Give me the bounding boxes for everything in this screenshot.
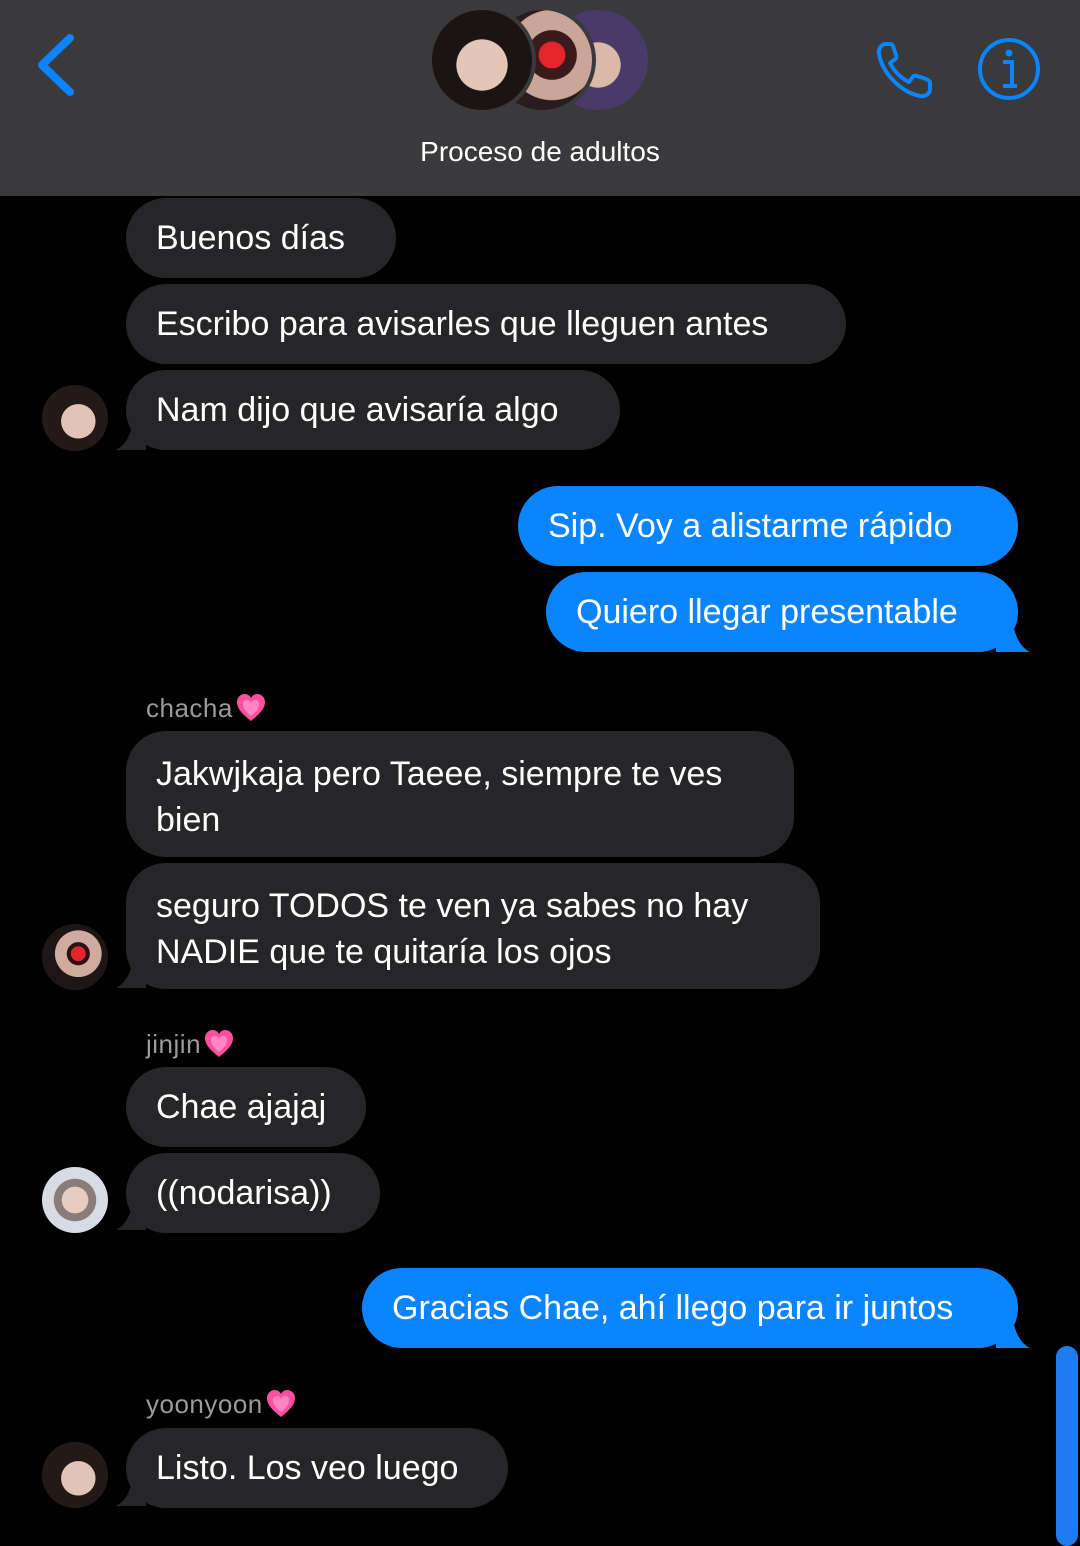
group-avatars[interactable] [428,2,654,120]
message-bubble-incoming[interactable]: Jakwjkaja pero Taeee, siempre te ves bie… [126,731,794,857]
message-text: Sip. Voy a alistarme rápido [548,507,953,545]
message-text: Gracias Chae, ahí llego para ir juntos [392,1289,954,1327]
message-text: Quiero llegar presentable [576,593,958,631]
message-text: Buenos días [156,219,346,257]
message-bubble-incoming[interactable]: Escribo para avisarles que lleguen antes [126,284,846,364]
scrollbar[interactable] [1056,1346,1078,1546]
message-bubble-outgoing[interactable]: Sip. Voy a alistarme rápido [518,486,1018,566]
chevron-left-icon[interactable] [30,30,86,100]
avatar[interactable] [42,1442,108,1508]
message-bubble-incoming[interactable]: Chae ajajaj [126,1067,366,1147]
avatar[interactable] [42,385,108,451]
message-bubble-incoming[interactable]: Listo. Los veo luego [126,1428,508,1508]
avatar[interactable] [42,924,108,990]
message-text: Listo. Los veo luego [156,1449,459,1487]
message-text: Nam dijo que avisaría algo [156,391,559,429]
growing-heart-icon [205,1030,234,1057]
message-text: Chae ajajaj [156,1088,327,1126]
sender-label: yoonyoon [146,1388,263,1419]
message-text: Escribo para avisarles que lleguen antes [156,305,769,343]
message-bubble-outgoing[interactable]: Gracias Chae, ahí llego para ir juntos [362,1268,1018,1348]
message-bubble-incoming[interactable]: ((nodarisa)) [126,1153,380,1233]
message-bubble-incoming[interactable]: seguro TODOS te ven ya sabes no hay NADI… [126,863,820,989]
sender-name: jinjin [146,1028,235,1060]
message-bubble-incoming[interactable]: Nam dijo que avisaría algo [126,370,620,450]
conversation-title[interactable]: Proceso de adultos [0,136,1080,168]
message-text: seguro TODOS te ven ya sabes no hay NADI… [156,887,749,971]
conversation-header: Proceso de adultos [0,0,1080,196]
sender-label: chacha [146,692,233,723]
growing-heart-icon [236,694,265,721]
message-bubble-incoming[interactable]: Buenos días [126,198,396,278]
message-text: Jakwjkaja pero Taeee, siempre te ves bie… [156,755,723,839]
sender-name: chacha [146,692,267,724]
growing-heart-icon [266,1390,295,1417]
message-text: ((nodarisa)) [156,1174,332,1212]
sender-label: jinjin [146,1028,202,1059]
message-bubble-outgoing[interactable]: Quiero llegar presentable [546,572,1018,652]
phone-icon[interactable] [872,36,938,102]
member-avatar [428,6,536,114]
sender-name: yoonyoon [146,1388,297,1420]
avatar[interactable] [42,1167,108,1233]
info-icon[interactable] [976,36,1042,102]
